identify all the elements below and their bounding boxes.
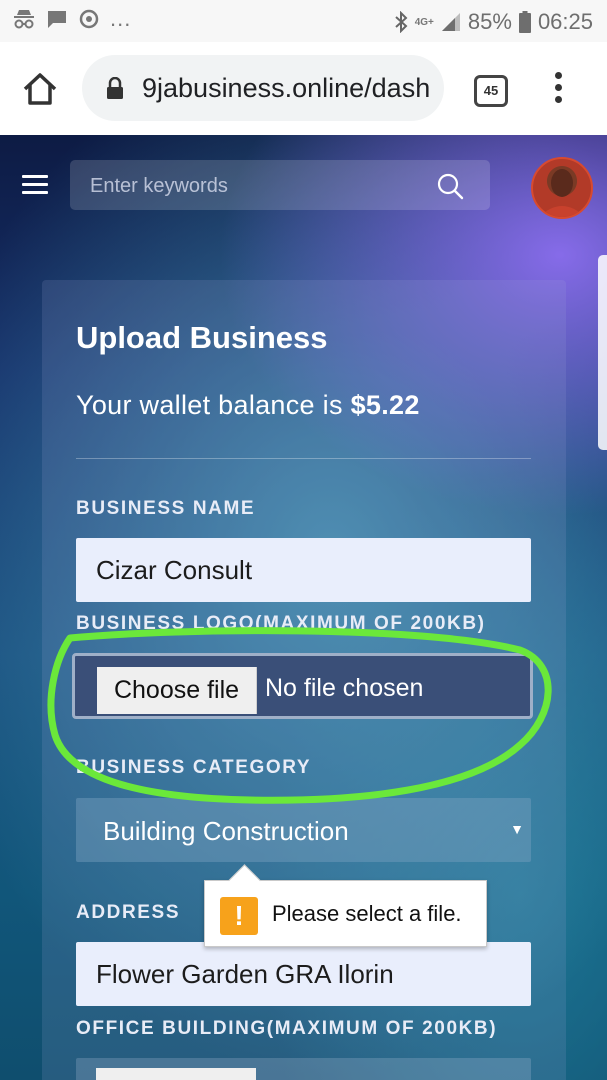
no-file-chosen-text: No file chosen xyxy=(265,674,424,702)
chat-icon xyxy=(48,11,66,28)
category-selected-value: Building Construction xyxy=(103,816,349,846)
browser-toolbar: 9jabusiness.online/dash 45 xyxy=(0,42,607,135)
office-building-file-input[interactable] xyxy=(76,1058,531,1080)
lock-icon xyxy=(107,77,123,99)
business-name-label: BUSINESS NAME xyxy=(76,498,256,519)
search-icon[interactable] xyxy=(436,172,464,200)
network-type: 4G+ xyxy=(414,16,434,28)
office-choose-file-button[interactable] xyxy=(96,1068,256,1080)
sync-icon xyxy=(79,9,99,29)
bluetooth-icon xyxy=(395,11,408,33)
page-scrollbar[interactable] xyxy=(598,255,607,450)
business-category-select[interactable]: Building Construction ▼ xyxy=(76,798,531,862)
tooltip-message: Please select a file. xyxy=(272,901,462,926)
business-logo-file-input[interactable]: Choose file No file chosen xyxy=(72,653,533,719)
choose-file-button[interactable]: Choose file xyxy=(97,667,257,714)
validation-tooltip: ! Please select a file. xyxy=(204,864,487,947)
wallet-amount: $5.22 xyxy=(350,390,420,420)
home-icon[interactable] xyxy=(20,69,60,109)
business-name-value: Cizar Consult xyxy=(96,555,253,585)
battery-icon xyxy=(518,11,531,33)
wallet-prefix: Your wallet balance is xyxy=(76,390,351,420)
address-label: ADDRESS xyxy=(76,902,181,923)
site-header: Enter keywords xyxy=(0,135,607,235)
web-page: Enter keywords Upload Business Your wall… xyxy=(0,135,607,1080)
battery-percent: 85% xyxy=(467,9,512,34)
office-building-label: OFFICE BUILDING(MAXIMUM OF 200KB) xyxy=(76,1018,498,1039)
clock: 06:25 xyxy=(537,9,593,34)
business-category-label: BUSINESS CATEGORY xyxy=(76,757,312,778)
upload-business-card: Upload Business Your wallet balance is $… xyxy=(42,280,566,1080)
incognito-icon xyxy=(14,10,34,29)
address-field[interactable]: Flower Garden GRA Ilorin xyxy=(76,942,531,1006)
signal-icon xyxy=(441,13,460,31)
tooltip-arrow xyxy=(228,864,261,897)
dropdown-arrow-icon: ▼ xyxy=(510,821,524,837)
page-title: Upload Business xyxy=(76,320,328,355)
warning-icon: ! xyxy=(220,897,258,935)
wallet-balance: Your wallet balance is $5.22 xyxy=(76,390,420,421)
divider xyxy=(76,458,531,459)
avatar[interactable] xyxy=(531,157,593,219)
status-bar: ... 4G+ 85% 06:25 xyxy=(0,0,607,42)
tab-switcher-button[interactable]: 45 xyxy=(474,75,508,107)
browser-menu-icon[interactable] xyxy=(552,72,564,106)
business-logo-label: BUSINESS LOGO(MAXIMUM OF 200KB) xyxy=(76,613,486,634)
avatar-photo xyxy=(539,169,585,217)
hamburger-menu-icon[interactable] xyxy=(22,175,48,195)
search-placeholder: Enter keywords xyxy=(90,175,228,197)
search-input[interactable]: Enter keywords xyxy=(70,160,490,210)
address-value: Flower Garden GRA Ilorin xyxy=(96,959,394,989)
address-bar[interactable]: 9jabusiness.online/dash xyxy=(82,55,444,121)
url-text[interactable]: 9jabusiness.online/dash xyxy=(142,73,438,104)
more-notifications: ... xyxy=(110,6,132,31)
business-name-field[interactable]: Cizar Consult xyxy=(76,538,531,602)
